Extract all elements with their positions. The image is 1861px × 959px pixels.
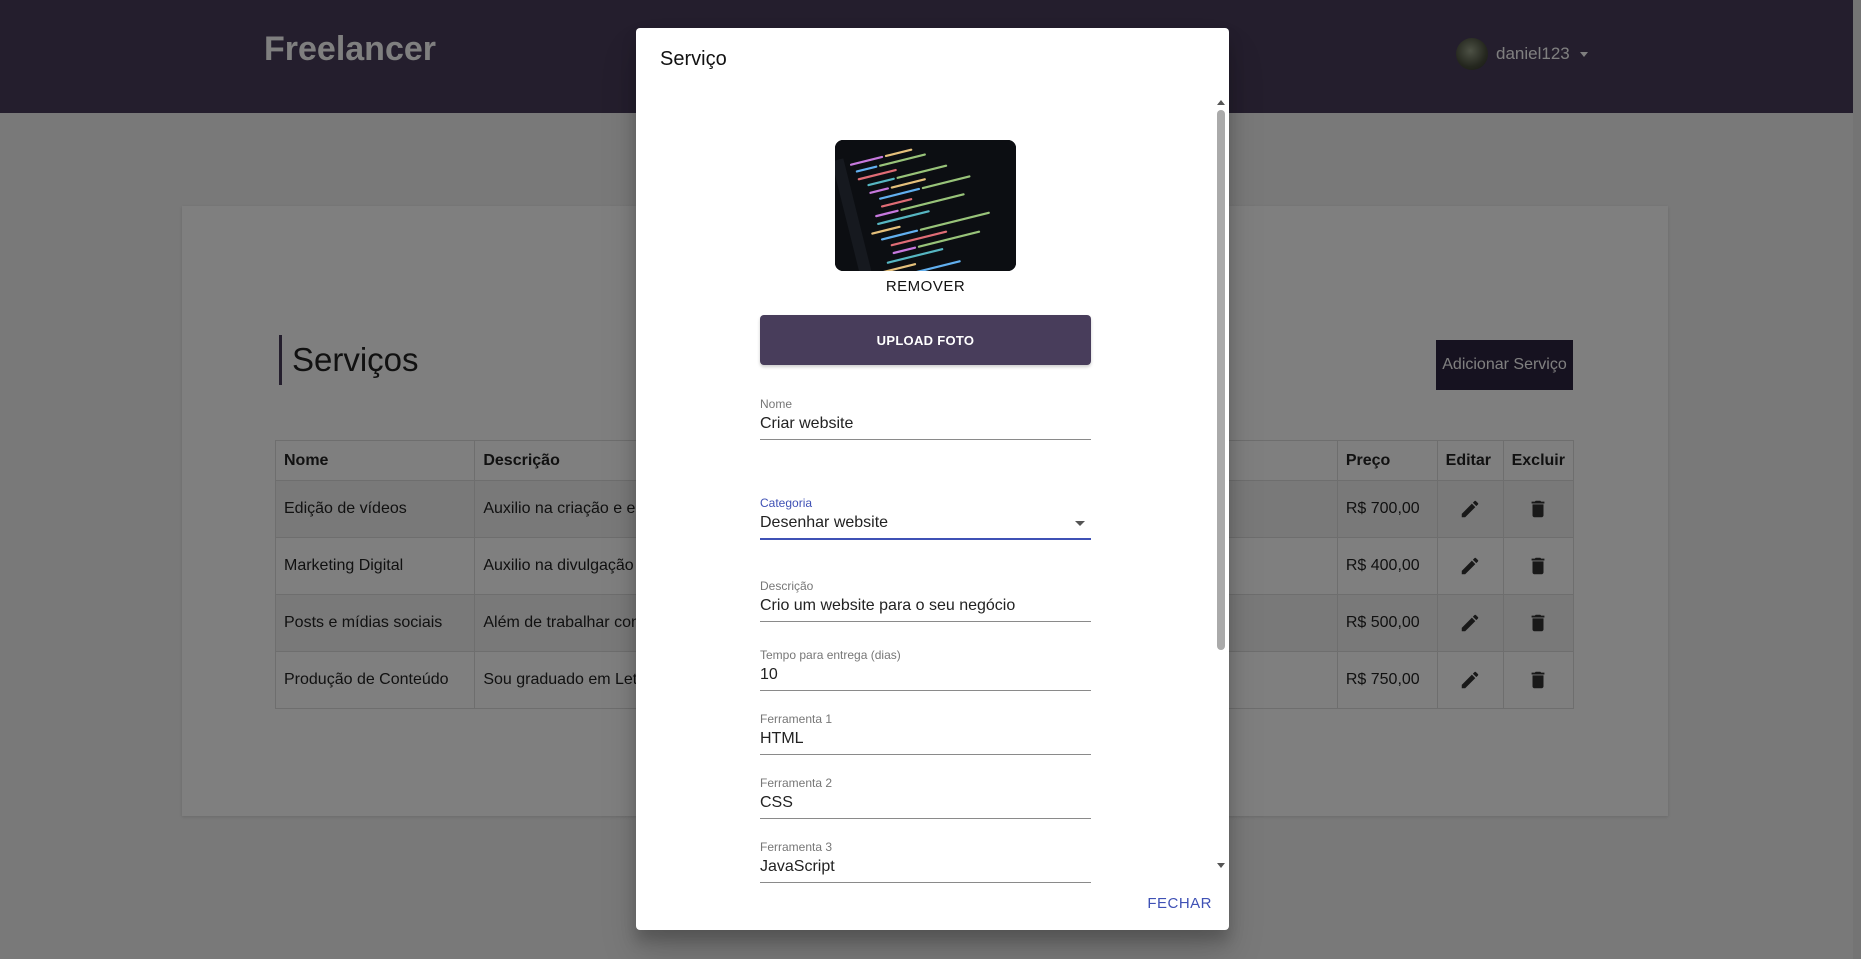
- ferramenta1-field[interactable]: Ferramenta 1 HTML: [760, 711, 1091, 755]
- upload-photo-button[interactable]: UPLOAD FOTO: [760, 315, 1091, 365]
- remove-photo-button[interactable]: REMOVER: [835, 278, 1016, 295]
- service-dialog: Serviço REMOVER UPLOAD FOTO Nome Criar w…: [636, 28, 1229, 930]
- categoria-label: Categoria: [760, 496, 813, 510]
- service-photo: [835, 140, 1016, 271]
- scrollbar-thumb[interactable]: [1217, 110, 1225, 650]
- close-button[interactable]: FECHAR: [1147, 895, 1212, 912]
- ferramenta2-label: Ferramenta 2: [760, 776, 833, 790]
- categoria-value[interactable]: Desenhar website: [760, 511, 1091, 538]
- categoria-select[interactable]: Categoria Desenhar website: [760, 495, 1091, 540]
- descricao-input[interactable]: Crio um website para o seu negócio: [760, 594, 1091, 621]
- ferramenta2-input[interactable]: CSS: [760, 791, 1091, 818]
- nome-field[interactable]: Nome Criar website: [760, 396, 1091, 440]
- ferramenta1-input[interactable]: HTML: [760, 727, 1091, 754]
- dialog-scrollbar[interactable]: [1215, 100, 1227, 868]
- ferramenta3-label: Ferramenta 3: [760, 840, 833, 854]
- dialog-content: REMOVER UPLOAD FOTO Nome Criar website C…: [636, 100, 1229, 900]
- nome-input[interactable]: Criar website: [760, 412, 1091, 439]
- tempo-input[interactable]: 10: [760, 663, 1091, 690]
- nome-label: Nome: [760, 397, 793, 411]
- scroll-up-icon[interactable]: [1217, 100, 1225, 105]
- dropdown-arrow-icon[interactable]: [1075, 521, 1085, 526]
- descricao-field[interactable]: Descrição Crio um website para o seu neg…: [760, 578, 1091, 622]
- code-screenshot-image: [835, 140, 1016, 271]
- ferramenta1-label: Ferramenta 1: [760, 712, 833, 726]
- tempo-label: Tempo para entrega (dias): [760, 648, 901, 662]
- ferramenta3-input[interactable]: JavaScript: [760, 855, 1091, 882]
- ferramenta3-field[interactable]: Ferramenta 3 JavaScript: [760, 839, 1091, 883]
- dialog-title: Serviço: [660, 48, 727, 70]
- scroll-down-icon[interactable]: [1217, 863, 1225, 868]
- ferramenta2-field[interactable]: Ferramenta 2 CSS: [760, 775, 1091, 819]
- tempo-field[interactable]: Tempo para entrega (dias) 10: [760, 647, 1091, 691]
- descricao-label: Descrição: [760, 579, 814, 593]
